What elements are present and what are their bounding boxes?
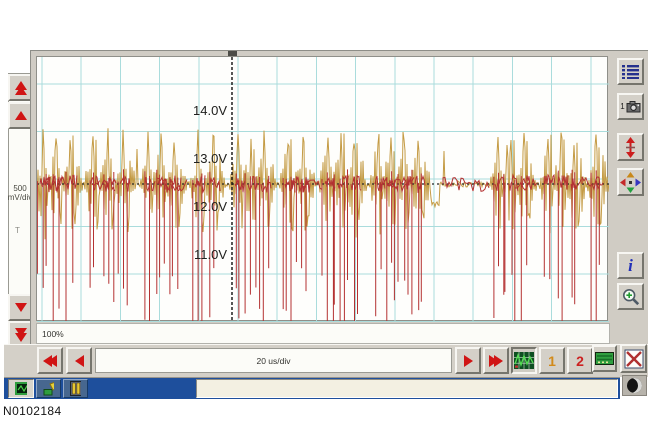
snapshot-number: 1 <box>620 102 624 111</box>
trigger-position-button[interactable] <box>617 133 644 161</box>
channel-1-button[interactable]: 1 <box>539 347 565 374</box>
waveform-plot[interactable]: 14.0V 13.0V 12.0V 11.0V <box>36 56 608 321</box>
probe-tool-icon <box>43 381 54 396</box>
double-down-arrow-icon <box>15 330 27 340</box>
menu-icon <box>622 64 639 79</box>
waveform-canvas <box>37 57 609 322</box>
close-icon <box>624 349 644 369</box>
volt-label-14: 14.0V <box>167 103 227 118</box>
trigger-position-icon <box>624 137 637 158</box>
timebase-track[interactable]: 20 us/div <box>95 348 452 373</box>
close-button[interactable] <box>620 344 647 373</box>
volt-label-12: 12.0V <box>167 199 227 214</box>
down-arrow-icon <box>15 303 27 312</box>
capture-settings-button[interactable] <box>592 345 617 372</box>
rewind-fast-button[interactable] <box>37 347 63 374</box>
forward-button[interactable] <box>455 347 481 374</box>
zoom-button[interactable] <box>617 283 644 310</box>
zoom-percent: 100% <box>42 329 64 339</box>
rewind-icon <box>75 355 84 367</box>
rewind-fast-icon <box>45 355 55 367</box>
zoom-percent-row: 100% <box>36 323 610 344</box>
probe-tool-button[interactable] <box>36 379 61 398</box>
trigger-level-marker[interactable]: T <box>15 226 20 235</box>
rewind-button[interactable] <box>66 347 92 374</box>
capture-settings-icon <box>595 352 614 365</box>
forward-fast-icon <box>491 355 501 367</box>
pan-adjust-button[interactable] <box>617 168 644 196</box>
waveform-display-toggle[interactable] <box>511 347 537 374</box>
info-button[interactable]: i <box>617 252 644 279</box>
volt-label-13: 13.0V <box>167 151 227 166</box>
double-up-arrow-icon <box>15 83 27 93</box>
scope-tool-button[interactable] <box>8 379 34 398</box>
taskbar-status-panel <box>196 379 618 398</box>
data-bars-button[interactable] <box>63 379 88 398</box>
figure-number: N0102184 <box>3 404 62 418</box>
forward-fast-button[interactable] <box>483 347 509 374</box>
menu-button[interactable] <box>617 58 644 85</box>
volt-label-11: 11.0V <box>167 247 227 262</box>
timebase-label: 20 us/div <box>256 356 290 366</box>
up-arrow-icon <box>15 111 27 120</box>
zoom-icon <box>622 288 640 306</box>
contrast-icon <box>627 378 642 393</box>
scope-tool-icon <box>15 382 27 395</box>
waveform-display-icon <box>514 352 534 369</box>
info-icon: i <box>628 257 633 274</box>
channel-1-label: 1 <box>548 353 556 369</box>
channel-2-label: 2 <box>576 353 584 369</box>
snapshot-button[interactable]: 1 <box>617 93 644 120</box>
snapshot-camera-icon <box>626 100 641 113</box>
forward-icon <box>464 355 473 367</box>
oscilloscope-app: 500 mV/div T T 14.0V 13.0V 12.0V 11.0V 1… <box>0 0 650 426</box>
data-bars-icon <box>70 381 81 396</box>
contrast-button[interactable] <box>622 375 647 396</box>
pan-arrows-icon <box>620 172 641 193</box>
channel-2-button[interactable]: 2 <box>567 347 593 374</box>
